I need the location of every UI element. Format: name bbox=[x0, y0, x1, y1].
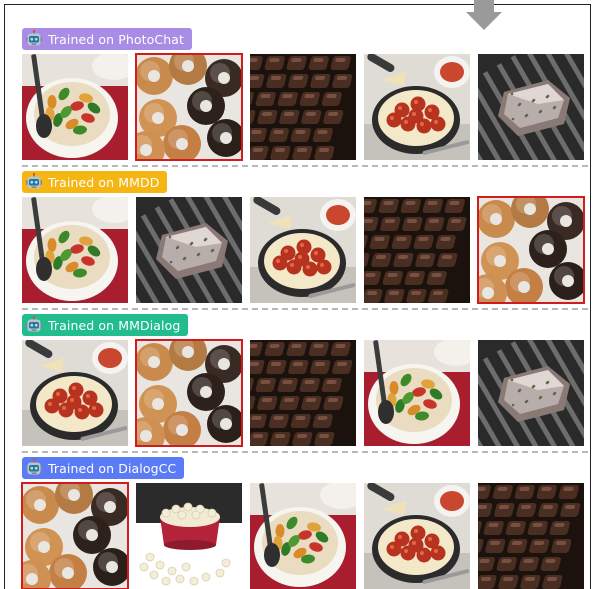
image-spaghetti-meatballs[interactable] bbox=[364, 54, 470, 160]
section-divider bbox=[22, 308, 588, 310]
image-row bbox=[21, 482, 588, 589]
image-chocolate-bars[interactable] bbox=[478, 483, 584, 589]
image-row bbox=[22, 196, 588, 304]
image-spaghetti-meatballs[interactable] bbox=[22, 340, 128, 446]
result-section: Trained on PhotoChat bbox=[22, 28, 588, 167]
robot-icon bbox=[26, 173, 42, 189]
selected-image-donuts[interactable] bbox=[135, 339, 243, 447]
image-popcorn[interactable] bbox=[136, 483, 242, 589]
image-chocolate-bars[interactable] bbox=[250, 340, 356, 446]
image-pasta-salad[interactable] bbox=[250, 483, 356, 589]
result-section: Trained on MMDD bbox=[22, 171, 588, 310]
image-spaghetti-meatballs[interactable] bbox=[250, 197, 356, 303]
selected-image-donuts[interactable] bbox=[477, 196, 585, 304]
model-label-text: Trained on MMDialog bbox=[48, 317, 181, 333]
model-label: Trained on MMDD bbox=[22, 171, 168, 193]
image-pasta-salad[interactable] bbox=[364, 340, 470, 446]
selected-image-donuts[interactable] bbox=[135, 53, 243, 161]
image-pasta-salad[interactable] bbox=[22, 197, 128, 303]
image-row bbox=[22, 339, 588, 447]
result-section: Trained on DialogCC bbox=[21, 457, 588, 589]
image-pasta-salad[interactable] bbox=[22, 54, 128, 160]
arrow-down-icon bbox=[466, 0, 502, 30]
model-label-text: Trained on PhotoChat bbox=[48, 31, 185, 47]
image-chocolate-bars[interactable] bbox=[364, 197, 470, 303]
model-label-text: Trained on DialogCC bbox=[48, 460, 177, 476]
image-row bbox=[22, 53, 588, 161]
image-grilled-meat[interactable] bbox=[136, 197, 242, 303]
image-chocolate-bars[interactable] bbox=[250, 54, 356, 160]
model-label-text: Trained on MMDD bbox=[48, 174, 160, 190]
image-spaghetti-meatballs[interactable] bbox=[364, 483, 470, 589]
robot-icon bbox=[26, 459, 42, 475]
result-section: Trained on MMDialog bbox=[22, 314, 588, 453]
section-divider bbox=[22, 451, 588, 453]
section-divider bbox=[22, 165, 588, 167]
model-label: Trained on DialogCC bbox=[22, 457, 185, 479]
selected-image-donuts[interactable] bbox=[21, 482, 129, 589]
image-grilled-meat[interactable] bbox=[478, 54, 584, 160]
model-label: Trained on PhotoChat bbox=[22, 28, 193, 50]
model-label: Trained on MMDialog bbox=[22, 314, 189, 336]
image-grilled-meat[interactable] bbox=[478, 340, 584, 446]
robot-icon bbox=[26, 316, 42, 332]
robot-icon bbox=[26, 30, 42, 46]
